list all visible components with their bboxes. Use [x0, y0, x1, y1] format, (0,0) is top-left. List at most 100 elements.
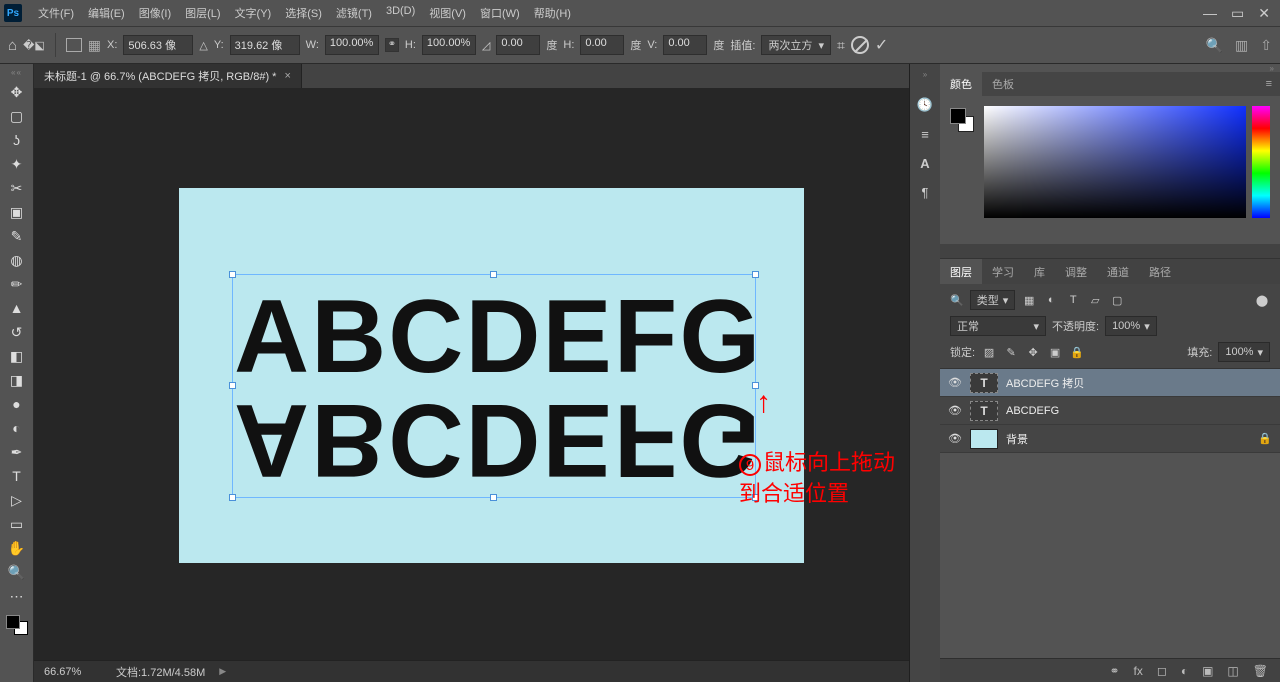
layer-row[interactable]: 👁 T ABCDEFG: [940, 397, 1280, 425]
gradient-tool[interactable]: ◨: [4, 369, 30, 391]
hand-tool[interactable]: ✋: [4, 537, 30, 559]
handle-tr[interactable]: [752, 271, 759, 278]
close-button[interactable]: ✕: [1258, 5, 1270, 22]
ref-grid-icon[interactable]: ▦: [88, 37, 101, 54]
crop-tool[interactable]: ✂: [4, 177, 30, 199]
menu-select[interactable]: 选择(S): [279, 2, 328, 24]
eyedropper-tool[interactable]: ✎: [4, 225, 30, 247]
fg-bg-swatch[interactable]: [950, 106, 978, 244]
document-tab[interactable]: 未标题-1 @ 66.7% (ABCDEFG 拷贝, RGB/8#) * ×: [34, 64, 302, 88]
color-swatch[interactable]: [4, 613, 30, 637]
dodge-tool[interactable]: ◐: [4, 417, 30, 439]
hue-slider[interactable]: [1252, 106, 1270, 218]
link-icon[interactable]: ⚭: [385, 38, 399, 52]
properties-panel-icon[interactable]: ≡: [921, 127, 929, 142]
adjustment-layer-icon[interactable]: ◐: [1181, 664, 1188, 678]
h-input[interactable]: 100.00%: [422, 35, 476, 55]
menu-window[interactable]: 窗口(W): [474, 2, 526, 24]
color-picker[interactable]: [984, 106, 1246, 218]
fill-input[interactable]: 100%▾: [1218, 342, 1270, 362]
interp-select[interactable]: 两次立方▾: [761, 35, 831, 55]
tab-channels[interactable]: 通道: [1097, 259, 1139, 285]
stamp-tool[interactable]: ▲: [4, 297, 30, 319]
blur-tool[interactable]: ●: [4, 393, 30, 415]
panel-menu-icon[interactable]: ≡: [1266, 78, 1280, 90]
wand-tool[interactable]: ✦: [4, 153, 30, 175]
tab-learn[interactable]: 学习: [982, 259, 1024, 285]
close-tab-icon[interactable]: ×: [284, 70, 290, 82]
handle-tl[interactable]: [229, 271, 236, 278]
menu-view[interactable]: 视图(V): [423, 2, 472, 24]
transform-bounds[interactable]: [232, 274, 756, 498]
info-menu-icon[interactable]: ▶: [219, 666, 226, 677]
share-icon[interactable]: ⇧: [1260, 37, 1272, 54]
edit-toolbar[interactable]: ⋯: [4, 585, 30, 607]
blend-mode-select[interactable]: 正常▾: [950, 316, 1046, 336]
menu-help[interactable]: 帮助(H): [528, 2, 577, 24]
tab-layers[interactable]: 图层: [940, 259, 982, 285]
hskew-input[interactable]: 0.00: [580, 35, 624, 55]
tab-color[interactable]: 颜色: [940, 72, 982, 96]
filter-shape-icon[interactable]: ▱: [1087, 294, 1103, 307]
filter-type-icon[interactable]: T: [1065, 294, 1081, 306]
commit-transform-button[interactable]: ✓: [875, 35, 888, 55]
opacity-input[interactable]: 100%▾: [1105, 316, 1157, 336]
shape-tool[interactable]: ▭: [4, 513, 30, 535]
visibility-icon[interactable]: 👁: [948, 376, 962, 389]
paragraph-panel-icon[interactable]: ¶: [922, 185, 929, 200]
rotate-input[interactable]: 0.00: [496, 35, 540, 55]
menu-file[interactable]: 文件(F): [32, 2, 80, 24]
tab-libraries[interactable]: 库: [1024, 259, 1055, 285]
handle-tm[interactable]: [490, 271, 497, 278]
lock-all-icon[interactable]: 🔒: [1069, 346, 1085, 359]
tab-swatches[interactable]: 色板: [982, 72, 1024, 96]
transform-icon[interactable]: �⬕: [23, 39, 45, 52]
menu-3d[interactable]: 3D(D): [380, 2, 421, 24]
character-panel-icon[interactable]: A: [920, 156, 929, 171]
delete-layer-icon[interactable]: 🗑: [1253, 664, 1268, 678]
home-icon[interactable]: ⌂: [8, 37, 17, 54]
lock-pos-icon[interactable]: ✥: [1025, 346, 1041, 359]
filter-search-icon[interactable]: 🔍: [950, 294, 964, 307]
lock-image-icon[interactable]: ✎: [1003, 346, 1019, 359]
healing-tool[interactable]: ◍: [4, 249, 30, 271]
menu-filter[interactable]: 滤镜(T): [330, 2, 378, 24]
menu-edit[interactable]: 编辑(E): [82, 2, 131, 24]
type-tool[interactable]: T: [4, 465, 30, 487]
layer-row[interactable]: 👁 T ABCDEFG 拷贝: [940, 369, 1280, 397]
layer-row[interactable]: 👁 背景 🔒: [940, 425, 1280, 453]
menu-image[interactable]: 图像(I): [133, 2, 177, 24]
filter-kind-select[interactable]: 类型▾: [970, 290, 1016, 310]
link-layers-icon[interactable]: ⚭: [1109, 664, 1119, 678]
new-layer-icon[interactable]: ◫: [1227, 664, 1238, 678]
vskew-input[interactable]: 0.00: [663, 35, 707, 55]
filter-smart-icon[interactable]: ▢: [1109, 294, 1125, 307]
layer-style-icon[interactable]: fx: [1134, 664, 1143, 678]
marquee-tool[interactable]: ▢: [4, 105, 30, 127]
handle-ml[interactable]: [229, 382, 236, 389]
zoom-level[interactable]: 66.67%: [44, 666, 102, 678]
cancel-transform-button[interactable]: [851, 36, 869, 54]
filter-pixel-icon[interactable]: ▦: [1021, 294, 1037, 307]
filter-adj-icon[interactable]: ◐: [1043, 294, 1059, 306]
menu-layer[interactable]: 图层(L): [179, 2, 226, 24]
tab-paths[interactable]: 路径: [1139, 259, 1181, 285]
maximize-button[interactable]: ▭: [1231, 5, 1244, 22]
x-input[interactable]: 506.63 像: [123, 35, 193, 55]
group-icon[interactable]: ▣: [1202, 664, 1213, 678]
layer-name[interactable]: ABCDEFG: [1006, 405, 1059, 417]
w-input[interactable]: 100.00%: [325, 35, 379, 55]
layer-name[interactable]: 背景: [1006, 431, 1028, 447]
canvas-area[interactable]: ABCDEFG ABCDEFG ↑ 9鼠标向上拖动 到合适位置: [34, 88, 909, 660]
eraser-tool[interactable]: ◧: [4, 345, 30, 367]
delta-icon[interactable]: △: [199, 39, 207, 52]
history-brush-tool[interactable]: ↺: [4, 321, 30, 343]
brush-tool[interactable]: ✏: [4, 273, 30, 295]
zoom-tool[interactable]: 🔍: [4, 561, 30, 583]
visibility-icon[interactable]: 👁: [948, 404, 962, 417]
warp-icon[interactable]: ⌗: [837, 37, 845, 54]
minimize-button[interactable]: —: [1203, 5, 1217, 22]
layer-name[interactable]: ABCDEFG 拷贝: [1006, 375, 1084, 391]
visibility-icon[interactable]: 👁: [948, 432, 962, 445]
pen-tool[interactable]: ✒: [4, 441, 30, 463]
